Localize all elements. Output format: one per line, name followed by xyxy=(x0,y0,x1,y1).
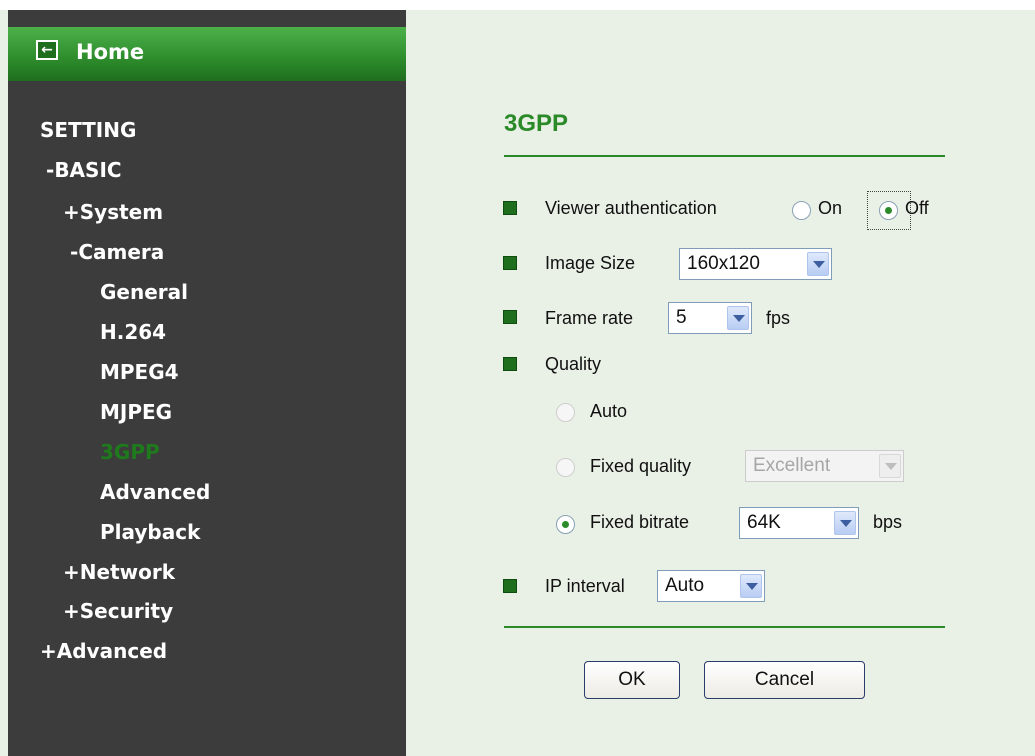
bitrate-unit: bps xyxy=(873,512,903,532)
chevron-down-icon xyxy=(834,511,856,535)
ip-interval-label: IP interval xyxy=(545,576,625,596)
sidebar-item-mpeg4[interactable]: MPEG4 xyxy=(100,360,179,384)
sidebar-item-system[interactable]: +System xyxy=(63,200,163,224)
quality-label: Quality xyxy=(545,354,602,374)
frame-rate-label: Frame rate xyxy=(545,308,634,328)
viewer-auth-on-radio[interactable] xyxy=(792,201,811,220)
page-title: 3GPP xyxy=(504,110,569,137)
sidebar-item-network[interactable]: +Network xyxy=(63,560,175,584)
viewer-auth-on-label: On xyxy=(818,198,843,218)
image-size-label: Image Size xyxy=(545,253,636,273)
fixed-quality-radio[interactable] xyxy=(556,458,575,477)
fixed-bitrate-label: Fixed bitrate xyxy=(590,512,690,532)
fixed-bitrate-select[interactable]: 64K xyxy=(739,507,859,539)
sidebar-item-mjpeg[interactable]: MJPEG xyxy=(100,400,172,424)
bullet-icon xyxy=(503,579,517,593)
top-strip xyxy=(0,0,1035,10)
sidebar-item-general[interactable]: General xyxy=(100,280,188,304)
cancel-button[interactable]: Cancel xyxy=(704,661,865,699)
chevron-down-icon xyxy=(807,252,829,276)
sidebar-item-3gpp[interactable]: 3GPP xyxy=(100,440,160,464)
fixed-quality-label: Fixed quality xyxy=(590,456,692,476)
bullet-icon xyxy=(503,310,517,324)
sidebar-item-advanced[interactable]: +Advanced xyxy=(40,639,167,663)
back-arrow-icon: ← xyxy=(36,40,58,60)
chevron-down-icon xyxy=(879,454,901,478)
sidebar: ← Home SETTING -BASIC +System -Camera Ge… xyxy=(8,10,406,756)
viewer-auth-off-label: Off xyxy=(905,198,929,218)
chevron-down-icon xyxy=(727,306,749,330)
ok-button[interactable]: OK xyxy=(584,661,680,699)
quality-auto-radio[interactable] xyxy=(556,403,575,422)
bottom-divider xyxy=(504,626,945,628)
fixed-bitrate-radio[interactable] xyxy=(556,515,575,534)
bullet-icon xyxy=(503,357,517,371)
sidebar-item-camera[interactable]: -Camera xyxy=(70,240,164,264)
sidebar-item-basic[interactable]: -BASIC xyxy=(46,158,122,182)
image-size-select[interactable]: 160x120 xyxy=(679,248,832,280)
fixed-quality-select[interactable]: Excellent xyxy=(745,450,904,482)
frame-rate-unit: fps xyxy=(766,308,791,328)
bullet-icon xyxy=(503,256,517,270)
quality-auto-label: Auto xyxy=(590,401,628,421)
sidebar-item-security[interactable]: +Security xyxy=(63,599,173,623)
sidebar-item-playback[interactable]: Playback xyxy=(100,520,200,544)
bullet-icon xyxy=(503,201,517,215)
viewer-auth-label: Viewer authentication xyxy=(545,198,717,218)
sidebar-item-setting: SETTING xyxy=(40,118,137,142)
title-divider xyxy=(504,155,945,157)
sidebar-item-camera-advanced[interactable]: Advanced xyxy=(100,480,210,504)
home-button[interactable]: ← Home xyxy=(8,27,406,81)
home-label: Home xyxy=(76,40,145,64)
chevron-down-icon xyxy=(740,574,762,598)
sidebar-item-h264[interactable]: H.264 xyxy=(100,320,166,344)
main-panel: 3GPP Viewer authentication On Off Image … xyxy=(406,10,1035,756)
frame-rate-select[interactable]: 5 xyxy=(668,302,752,334)
viewer-auth-off-radio[interactable] xyxy=(879,201,898,220)
ip-interval-select[interactable]: Auto xyxy=(657,570,765,602)
